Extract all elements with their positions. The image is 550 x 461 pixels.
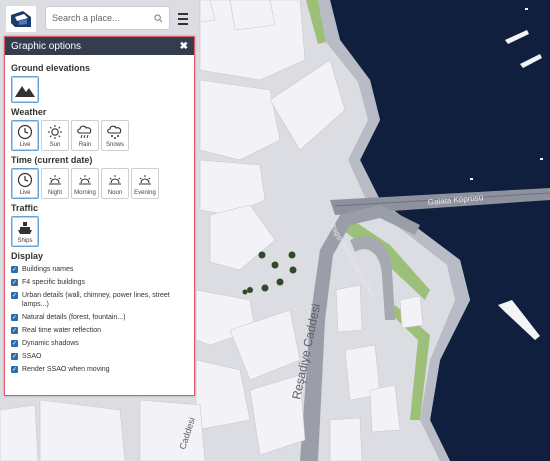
clock-icon [17,124,33,140]
app-logo-icon [11,11,31,27]
panel-header: Graphic options ✖ [5,37,194,55]
search-icon[interactable] [154,13,163,23]
rain-icon [77,125,92,139]
menu-bar [178,13,188,15]
section-title-traffic: Traffic [11,203,39,213]
sunrise-icon [79,175,91,185]
checkbox[interactable]: ✓ [11,314,18,321]
option-label: Rain [78,142,92,148]
display-option-buildings-names[interactable]: ✓ Buildings names [11,265,188,274]
graphic-options-panel: Graphic options ✖ Ground elevations Weat… [4,36,195,396]
checkbox[interactable]: ✓ [11,366,18,373]
time-night-option[interactable]: Night [41,168,69,199]
display-option-dynamic-shadows[interactable]: ✓ Dynamic shadows [11,339,188,348]
time-evening-option[interactable]: Evening [131,168,159,199]
checkbox[interactable]: ✓ [11,292,18,299]
display-option-ssao-moving[interactable]: ✓ Render SSAO when moving [11,365,188,374]
checkbox[interactable]: ✓ [11,327,18,334]
checkbox-label: F4 specific buildings [22,279,86,286]
option-label: Night [47,190,62,196]
display-option-ssao[interactable]: ✓ SSAO [11,352,188,361]
checkbox-label: Render SSAO when moving [22,366,110,373]
display-option-water-reflection[interactable]: ✓ Real time water reflection [11,326,188,335]
menu-bar [178,18,188,20]
option-label: Snows [105,142,124,148]
clock-icon [17,172,33,188]
checkbox-label: Buildings names [22,266,74,273]
search-box [45,6,170,30]
ground-elevation-toggle[interactable] [11,76,39,103]
display-option-f4-buildings[interactable]: ✓ F4 specific buildings [11,278,188,287]
weather-sun-option[interactable]: Sun [41,120,69,151]
checkbox[interactable]: ✓ [11,353,18,360]
weather-snows-option[interactable]: Snows [101,120,129,151]
weather-live-option[interactable]: Live [11,120,39,151]
checkbox[interactable]: ✓ [11,279,18,286]
checkbox-label: Natural details (forest, fountain...) [22,314,126,321]
option-label: Noon [107,190,123,196]
ship-icon [18,222,32,234]
time-noon-option[interactable]: Noon [101,168,129,199]
option-label: Sun [49,142,61,148]
display-option-urban-details[interactable]: ✓ Urban details (wall, chimney, power li… [11,291,188,309]
weather-rain-option[interactable]: Rain [71,120,99,151]
search-input[interactable] [52,13,152,23]
sunrise-icon [109,175,121,185]
option-label: Live [19,142,31,148]
sun-icon [48,125,62,139]
option-label: Evening [134,190,156,196]
section-title-weather: Weather [11,107,47,117]
checkbox-label: Urban details (wall, chimney, power line… [22,292,170,308]
hamburger-menu-icon[interactable] [172,8,194,30]
checkbox[interactable]: ✓ [11,266,18,273]
time-live-option[interactable]: Live [11,168,39,199]
display-option-natural-details[interactable]: ✓ Natural details (forest, fountain...) [11,313,188,322]
sunrise-icon [139,175,151,185]
mountain-icon [15,85,35,97]
checkbox-label: Dynamic shadows [22,340,79,347]
sunrise-icon [49,175,61,185]
menu-bar [178,23,188,25]
option-label: Live [19,190,31,196]
app-logo-button[interactable] [6,6,36,32]
snow-icon [107,125,122,139]
section-title-display: Display [11,251,44,261]
section-title-time: Time (current date) [11,155,93,165]
option-label: Ships [17,238,33,244]
section-title-ground: Ground elevations [11,63,91,73]
checkbox-label: Real time water reflection [22,327,101,334]
option-label: Morning [74,190,96,196]
panel-title: Graphic options [11,40,82,52]
time-morning-option[interactable]: Morning [71,168,99,199]
checkbox-label: SSAO [22,353,42,360]
close-icon[interactable]: ✖ [180,41,188,52]
checkbox[interactable]: ✓ [11,340,18,347]
traffic-ships-option[interactable]: Ships [11,216,39,247]
